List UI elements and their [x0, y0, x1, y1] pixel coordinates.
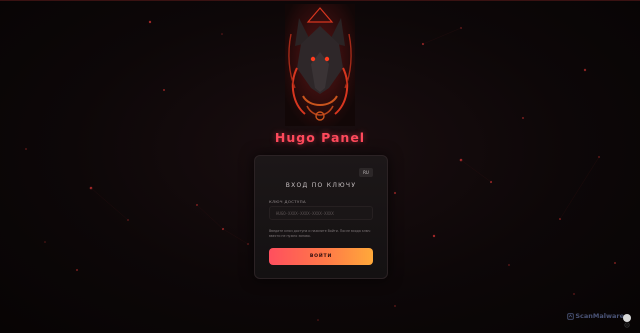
login-card: RU ВХОД ПО КЛЮЧУ КЛЮЧ ДОСТУПА Введите кл… [254, 155, 388, 279]
access-key-input[interactable] [269, 206, 373, 220]
scanmalware-icon [567, 312, 575, 320]
language-toggle-button[interactable]: RU [359, 168, 373, 177]
login-hint-text: Введите ключ доступа и нажмите Войти. По… [269, 229, 371, 238]
gear-icon-glyph [624, 322, 630, 328]
wolf-logo-icon [285, 4, 355, 126]
wolf-logo [285, 4, 355, 126]
login-heading: ВХОД ПО КЛЮЧУ [285, 182, 357, 189]
login-button[interactable]: ВОЙТИ [269, 248, 373, 265]
watermark-text: ScanMalware [575, 312, 624, 320]
scanmalware-watermark: ScanMalware [567, 312, 624, 320]
gear-icon[interactable] [623, 314, 631, 328]
app-title: Hugo Panel [274, 130, 366, 145]
key-field-label: КЛЮЧ ДОСТУПА [269, 199, 306, 204]
